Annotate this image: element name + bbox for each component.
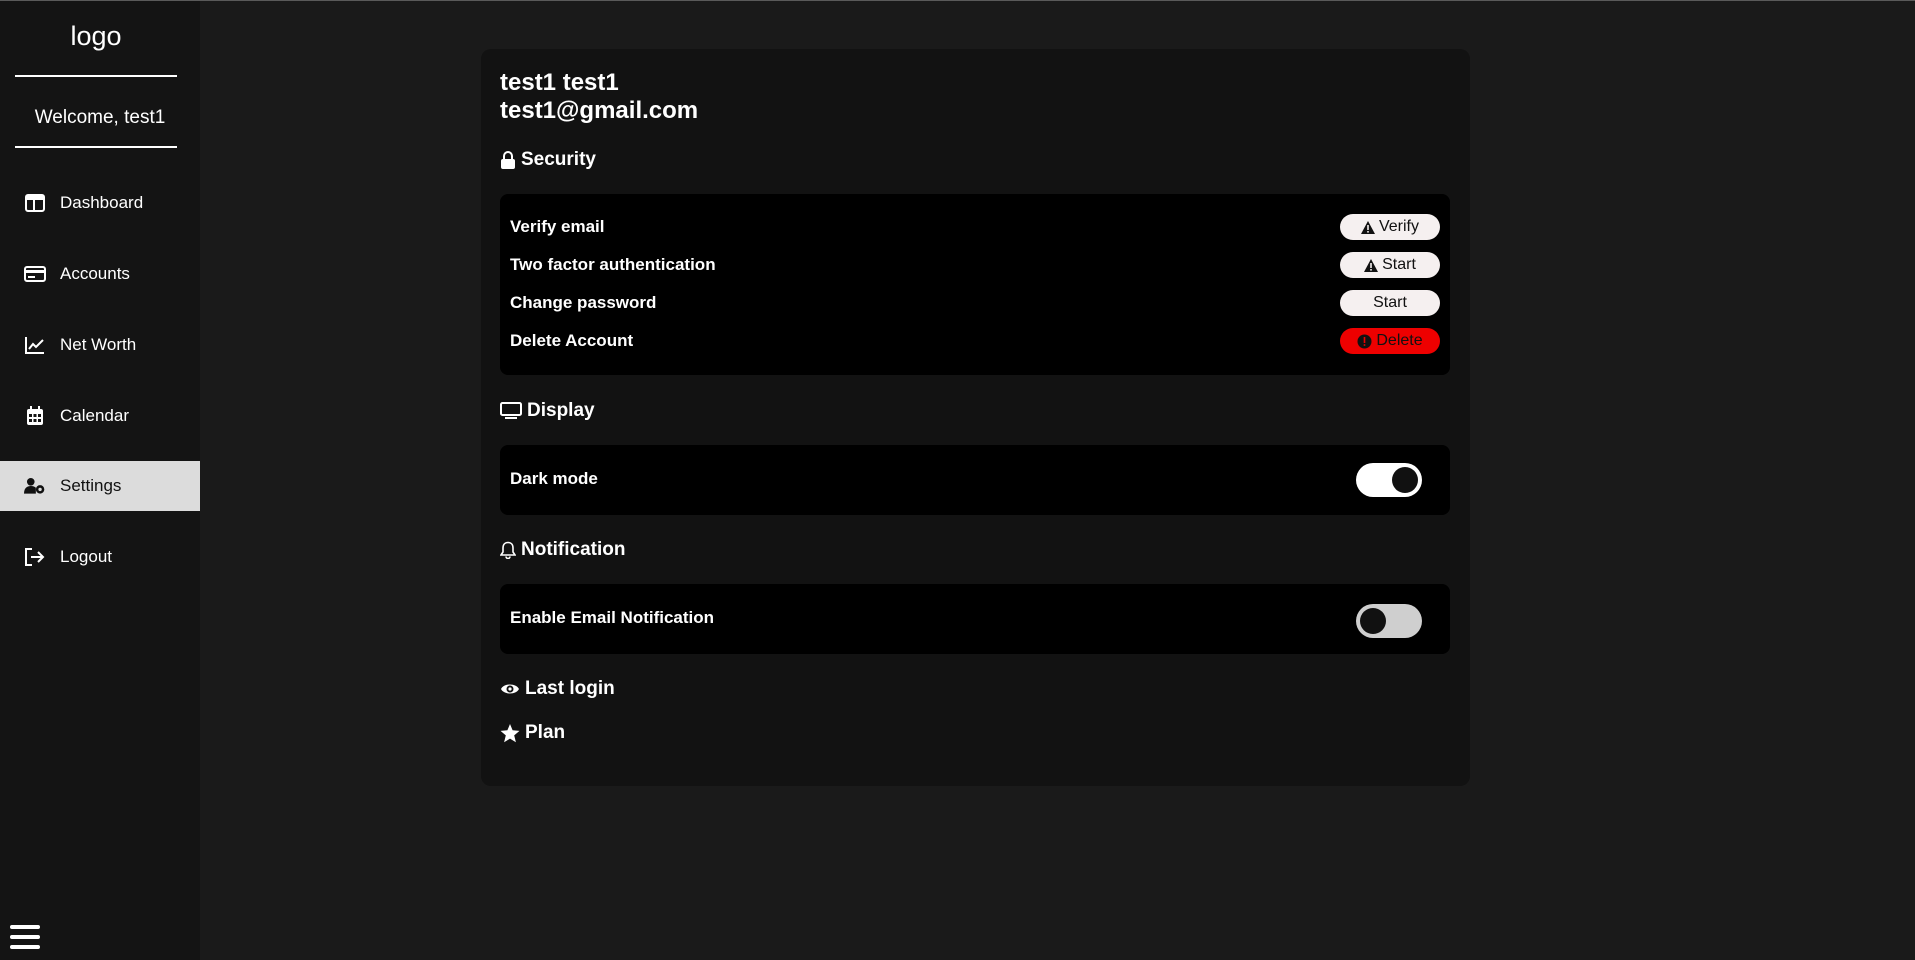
sidebar: logo Welcome, test1 Dashboard Accounts N… — [0, 1, 200, 960]
last-login-title: Last login — [525, 678, 615, 699]
change-password-row: Change password Start — [510, 289, 1440, 317]
star-icon — [500, 723, 520, 743]
sidebar-item-logout[interactable]: Logout — [0, 532, 200, 582]
lock-icon — [500, 151, 516, 169]
email-notification-label: Enable Email Notification — [510, 608, 715, 627]
profile-email: test1@gmail.com — [500, 97, 699, 124]
toggle-knob — [1360, 608, 1386, 634]
plan-title: Plan — [525, 722, 566, 743]
sidebar-item-label: Logout — [60, 547, 112, 566]
calendar-icon — [24, 405, 46, 427]
notification-title: Notification — [521, 539, 626, 560]
display-title: Display — [527, 400, 595, 421]
logout-icon — [24, 546, 46, 568]
verify-email-row: Verify email Verify — [510, 213, 1440, 241]
warning-icon — [1364, 258, 1379, 272]
row-label: Verify email — [510, 217, 605, 236]
delete-account-row: Delete Account Delete — [510, 327, 1440, 355]
email-notification-toggle[interactable] — [1356, 604, 1422, 638]
hamburger-icon[interactable] — [10, 925, 40, 953]
dark-mode-toggle[interactable] — [1356, 463, 1422, 497]
settings-card: test1 test1 test1@gmail.com Security Ver… — [481, 49, 1470, 786]
alert-circle-icon — [1357, 334, 1372, 349]
two-factor-row: Two factor authentication Start — [510, 251, 1440, 279]
last-login-heading: Last login — [500, 678, 615, 700]
toggle-knob — [1392, 467, 1418, 493]
dashboard-icon — [24, 192, 46, 214]
eye-icon — [500, 682, 520, 696]
sidebar-item-label: Net Worth — [60, 335, 137, 354]
change-password-button-label: Start — [1373, 294, 1407, 311]
bell-icon — [500, 541, 516, 559]
security-heading: Security — [500, 149, 596, 171]
row-label: Two factor authentication — [510, 255, 716, 274]
logo-divider — [15, 75, 177, 77]
warning-icon — [1360, 220, 1375, 234]
profile-name: test1 test1 — [500, 69, 619, 96]
start-2fa-button-label: Start — [1382, 256, 1416, 273]
chart-line-icon — [24, 334, 46, 356]
logo: logo — [70, 21, 122, 51]
security-title: Security — [521, 149, 596, 170]
verify-button[interactable]: Verify — [1340, 214, 1440, 240]
sidebar-item-calendar[interactable]: Calendar — [0, 391, 200, 441]
change-password-button[interactable]: Start — [1340, 290, 1440, 316]
display-panel: Dark mode — [500, 445, 1450, 515]
notification-heading: Notification — [500, 539, 626, 561]
monitor-icon — [500, 402, 522, 420]
sidebar-item-settings[interactable]: Settings — [0, 461, 200, 511]
sidebar-item-dashboard[interactable]: Dashboard — [0, 178, 200, 228]
welcome-divider — [15, 146, 177, 148]
sidebar-item-accounts[interactable]: Accounts — [0, 249, 200, 299]
notification-panel: Enable Email Notification — [500, 584, 1450, 654]
plan-heading: Plan — [500, 722, 565, 744]
sidebar-item-label: Calendar — [60, 406, 129, 425]
delete-account-button[interactable]: Delete — [1340, 328, 1440, 354]
row-label: Change password — [510, 293, 657, 312]
sidebar-item-net-worth[interactable]: Net Worth — [0, 320, 200, 370]
sidebar-item-label: Settings — [60, 476, 122, 495]
dark-mode-label: Dark mode — [510, 469, 598, 488]
user-gear-icon — [24, 475, 46, 497]
start-2fa-button[interactable]: Start — [1340, 252, 1440, 278]
display-heading: Display — [500, 400, 595, 422]
sidebar-item-label: Accounts — [60, 264, 130, 283]
verify-button-label: Verify — [1378, 218, 1419, 235]
security-panel: Verify email Verify Two factor authentic… — [500, 194, 1450, 375]
top-border — [0, 0, 1915, 1]
card-icon — [24, 263, 46, 285]
delete-button-label: Delete — [1376, 332, 1423, 349]
row-label: Delete Account — [510, 331, 634, 350]
welcome-text: Welcome, test1 — [34, 107, 166, 128]
sidebar-item-label: Dashboard — [60, 193, 144, 212]
